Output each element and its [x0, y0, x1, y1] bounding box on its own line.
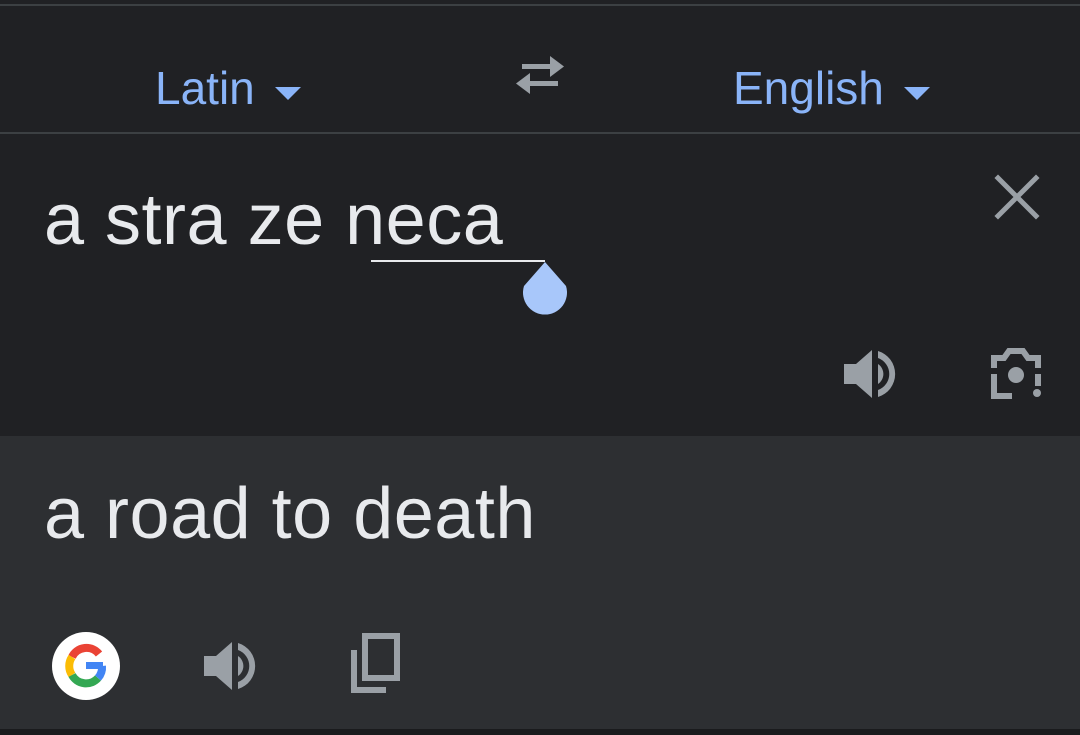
source-language-button[interactable]: Latin	[155, 58, 301, 118]
google-logo-button[interactable]	[52, 632, 120, 700]
clear-text-button[interactable]	[994, 174, 1040, 220]
camera-icon	[991, 348, 1041, 399]
language-bar: Latin English	[0, 6, 1080, 132]
translation-result-area: a road to death	[0, 436, 1080, 735]
speaker-icon	[844, 350, 896, 398]
translate-screen: Latin English a stra ze neca a road to d…	[0, 0, 1080, 735]
close-icon	[994, 174, 1040, 220]
source-text-plain: a stra ze	[44, 180, 346, 260]
translation-result-text: a road to death	[44, 474, 536, 554]
swap-languages-button[interactable]	[510, 50, 570, 100]
source-text-selected-word[interactable]: neca	[345, 178, 503, 262]
source-listen-button[interactable]	[840, 346, 898, 402]
camera-translate-button[interactable]	[986, 344, 1046, 404]
copy-icon	[351, 633, 400, 693]
target-language-button[interactable]: English	[733, 58, 930, 118]
swap-arrows-icon	[516, 56, 564, 94]
speaker-icon	[204, 642, 256, 690]
source-text-input[interactable]: a stra ze neca	[44, 178, 503, 262]
google-logo-icon	[65, 643, 107, 688]
target-language-label: English	[733, 62, 884, 114]
text-cursor-handle[interactable]	[518, 262, 572, 326]
result-listen-button[interactable]	[200, 638, 258, 694]
copy-translation-button[interactable]	[346, 632, 406, 700]
chevron-down-icon	[274, 86, 301, 100]
source-input-area[interactable]: a stra ze neca	[0, 134, 1080, 436]
bottom-edge	[0, 729, 1080, 735]
chevron-down-icon	[903, 86, 930, 100]
source-language-label: Latin	[155, 62, 255, 114]
